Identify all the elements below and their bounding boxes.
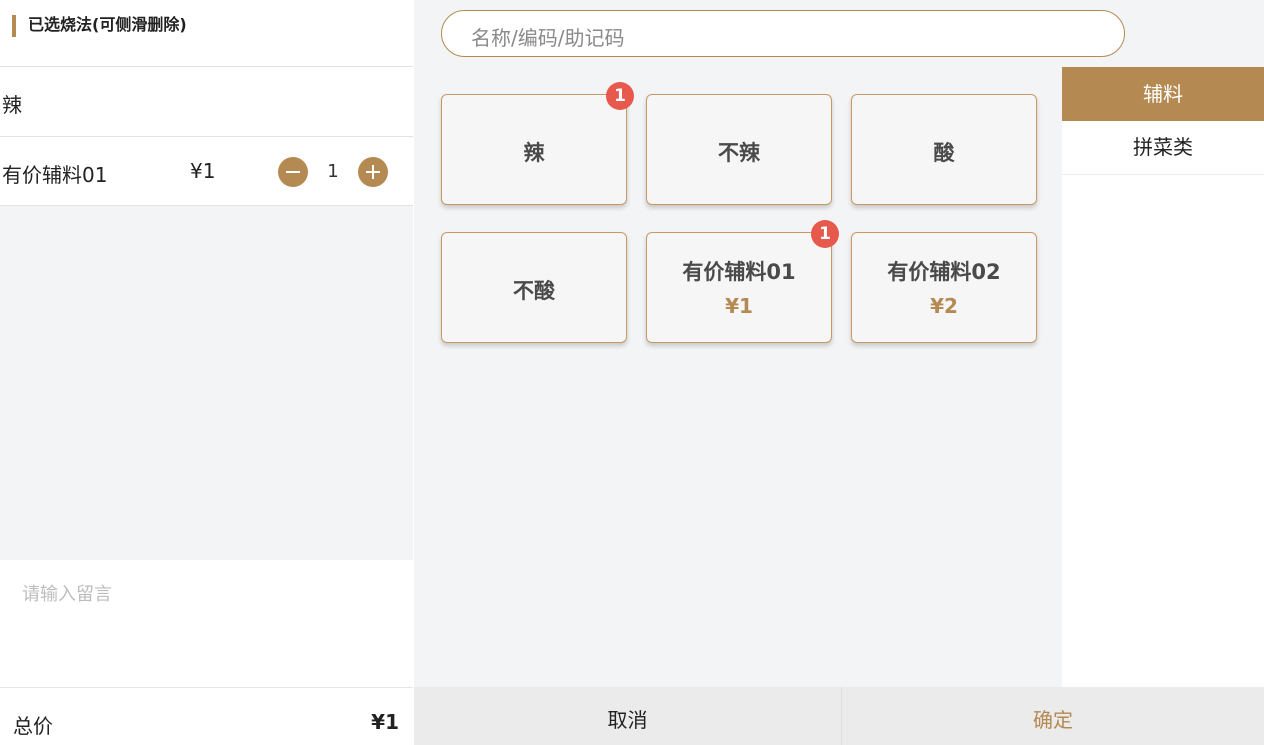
cancel-button[interactable]: 取消 [414,687,842,745]
category-item-combo[interactable]: 拼菜类 [1062,121,1264,175]
item-name: 不辣 [718,141,760,165]
search-input[interactable]: 名称/编码/助记码 [441,10,1125,57]
count-badge: 1 [811,220,839,248]
category-item-accessories[interactable]: 辅料 [1062,67,1264,121]
total-amount: ¥1 [371,710,399,734]
item-name: 不酸 [513,279,555,303]
minus-icon[interactable] [278,157,308,187]
confirm-button[interactable]: 确定 [842,687,1264,745]
category-list: 辅料 拼菜类 [1062,67,1264,687]
selected-item-row[interactable]: 辣 [0,67,413,137]
item-card[interactable]: 辣 [441,94,627,205]
selected-empty-area [0,206,413,560]
item-card[interactable]: 有价辅料02 ¥2 [851,232,1037,343]
selected-header: 已选烧法(可侧滑删除) [0,0,413,67]
item-name: 酸 [933,141,955,165]
total-label: 总价 [13,714,53,738]
item-card[interactable]: 不酸 [441,232,627,343]
plus-icon[interactable] [358,157,388,187]
remark-field[interactable]: 请输入留言 [0,560,413,687]
item-name: 辣 [523,141,545,165]
total-bar: 总价 ¥1 [0,687,413,745]
selected-panel: 已选烧法(可侧滑删除) 辣 有价辅料01 ¥1 1 请输入留言 总价 ¥1 [0,0,413,745]
count-badge: 1 [606,82,634,110]
search-placeholder: 名称/编码/助记码 [471,26,625,50]
item-name: 有价辅料01 [682,260,796,284]
quantity-value: 1 [327,161,339,182]
header-accent-bar [12,15,16,37]
remark-placeholder: 请输入留言 [22,584,112,605]
selected-item-row[interactable]: 有价辅料01 ¥1 1 [0,137,413,206]
selected-item-name: 有价辅料01 [2,163,108,187]
item-price: ¥2 [930,294,958,318]
selected-item-price: ¥1 [190,159,216,183]
item-card[interactable]: 酸 [851,94,1037,205]
item-name: 有价辅料02 [887,260,1001,284]
item-price: ¥1 [725,294,753,318]
selected-item-name: 辣 [2,93,22,117]
selected-title: 已选烧法(可侧滑删除) [28,15,187,34]
item-card[interactable]: 不辣 [646,94,832,205]
item-card[interactable]: 有价辅料01 ¥1 [646,232,832,343]
